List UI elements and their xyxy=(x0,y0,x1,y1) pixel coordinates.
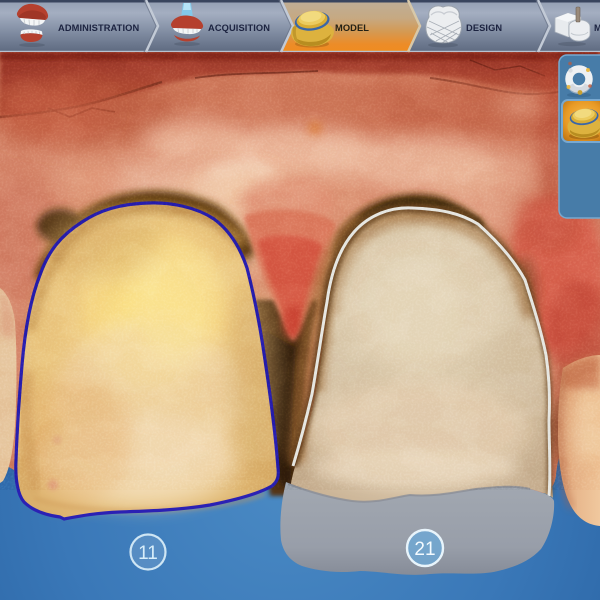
svg-text:ACQUISITION: ACQUISITION xyxy=(208,23,270,33)
svg-text:ADMINISTRATION: ADMINISTRATION xyxy=(58,23,139,33)
svg-text:21: 21 xyxy=(414,539,435,560)
svg-text:DESIGN: DESIGN xyxy=(466,23,502,33)
svg-text:M: M xyxy=(594,23,600,33)
svg-text:11: 11 xyxy=(138,543,158,564)
svg-text:MODEL: MODEL xyxy=(335,23,369,33)
